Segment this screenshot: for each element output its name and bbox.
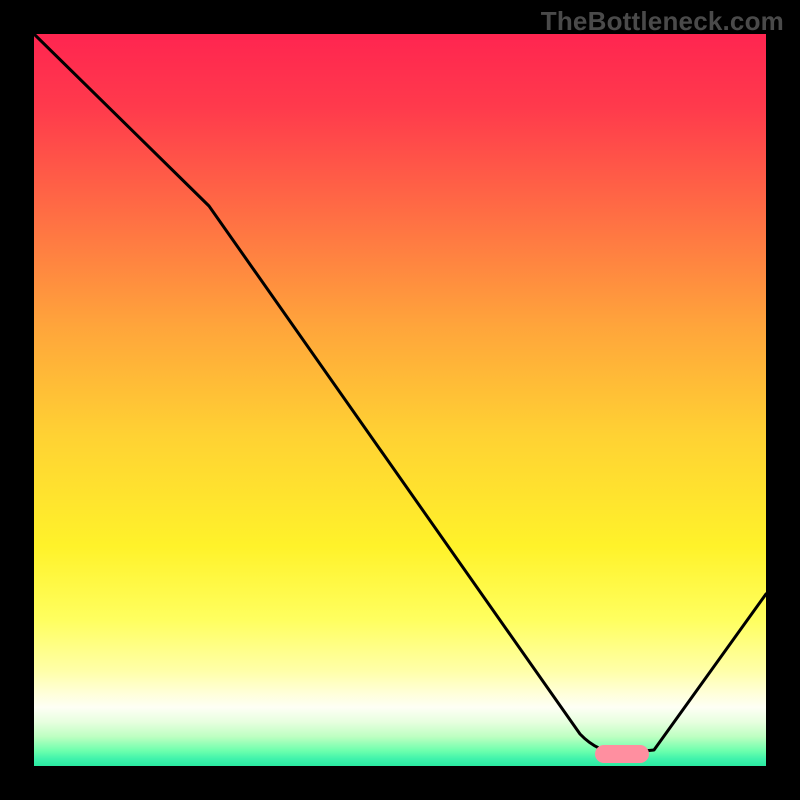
curve-line xyxy=(34,34,766,766)
minimum-marker xyxy=(595,745,649,763)
plot-area xyxy=(34,34,766,766)
watermark-text: TheBottleneck.com xyxy=(541,6,784,37)
curve-path xyxy=(34,34,766,753)
chart-container: TheBottleneck.com xyxy=(0,0,800,800)
